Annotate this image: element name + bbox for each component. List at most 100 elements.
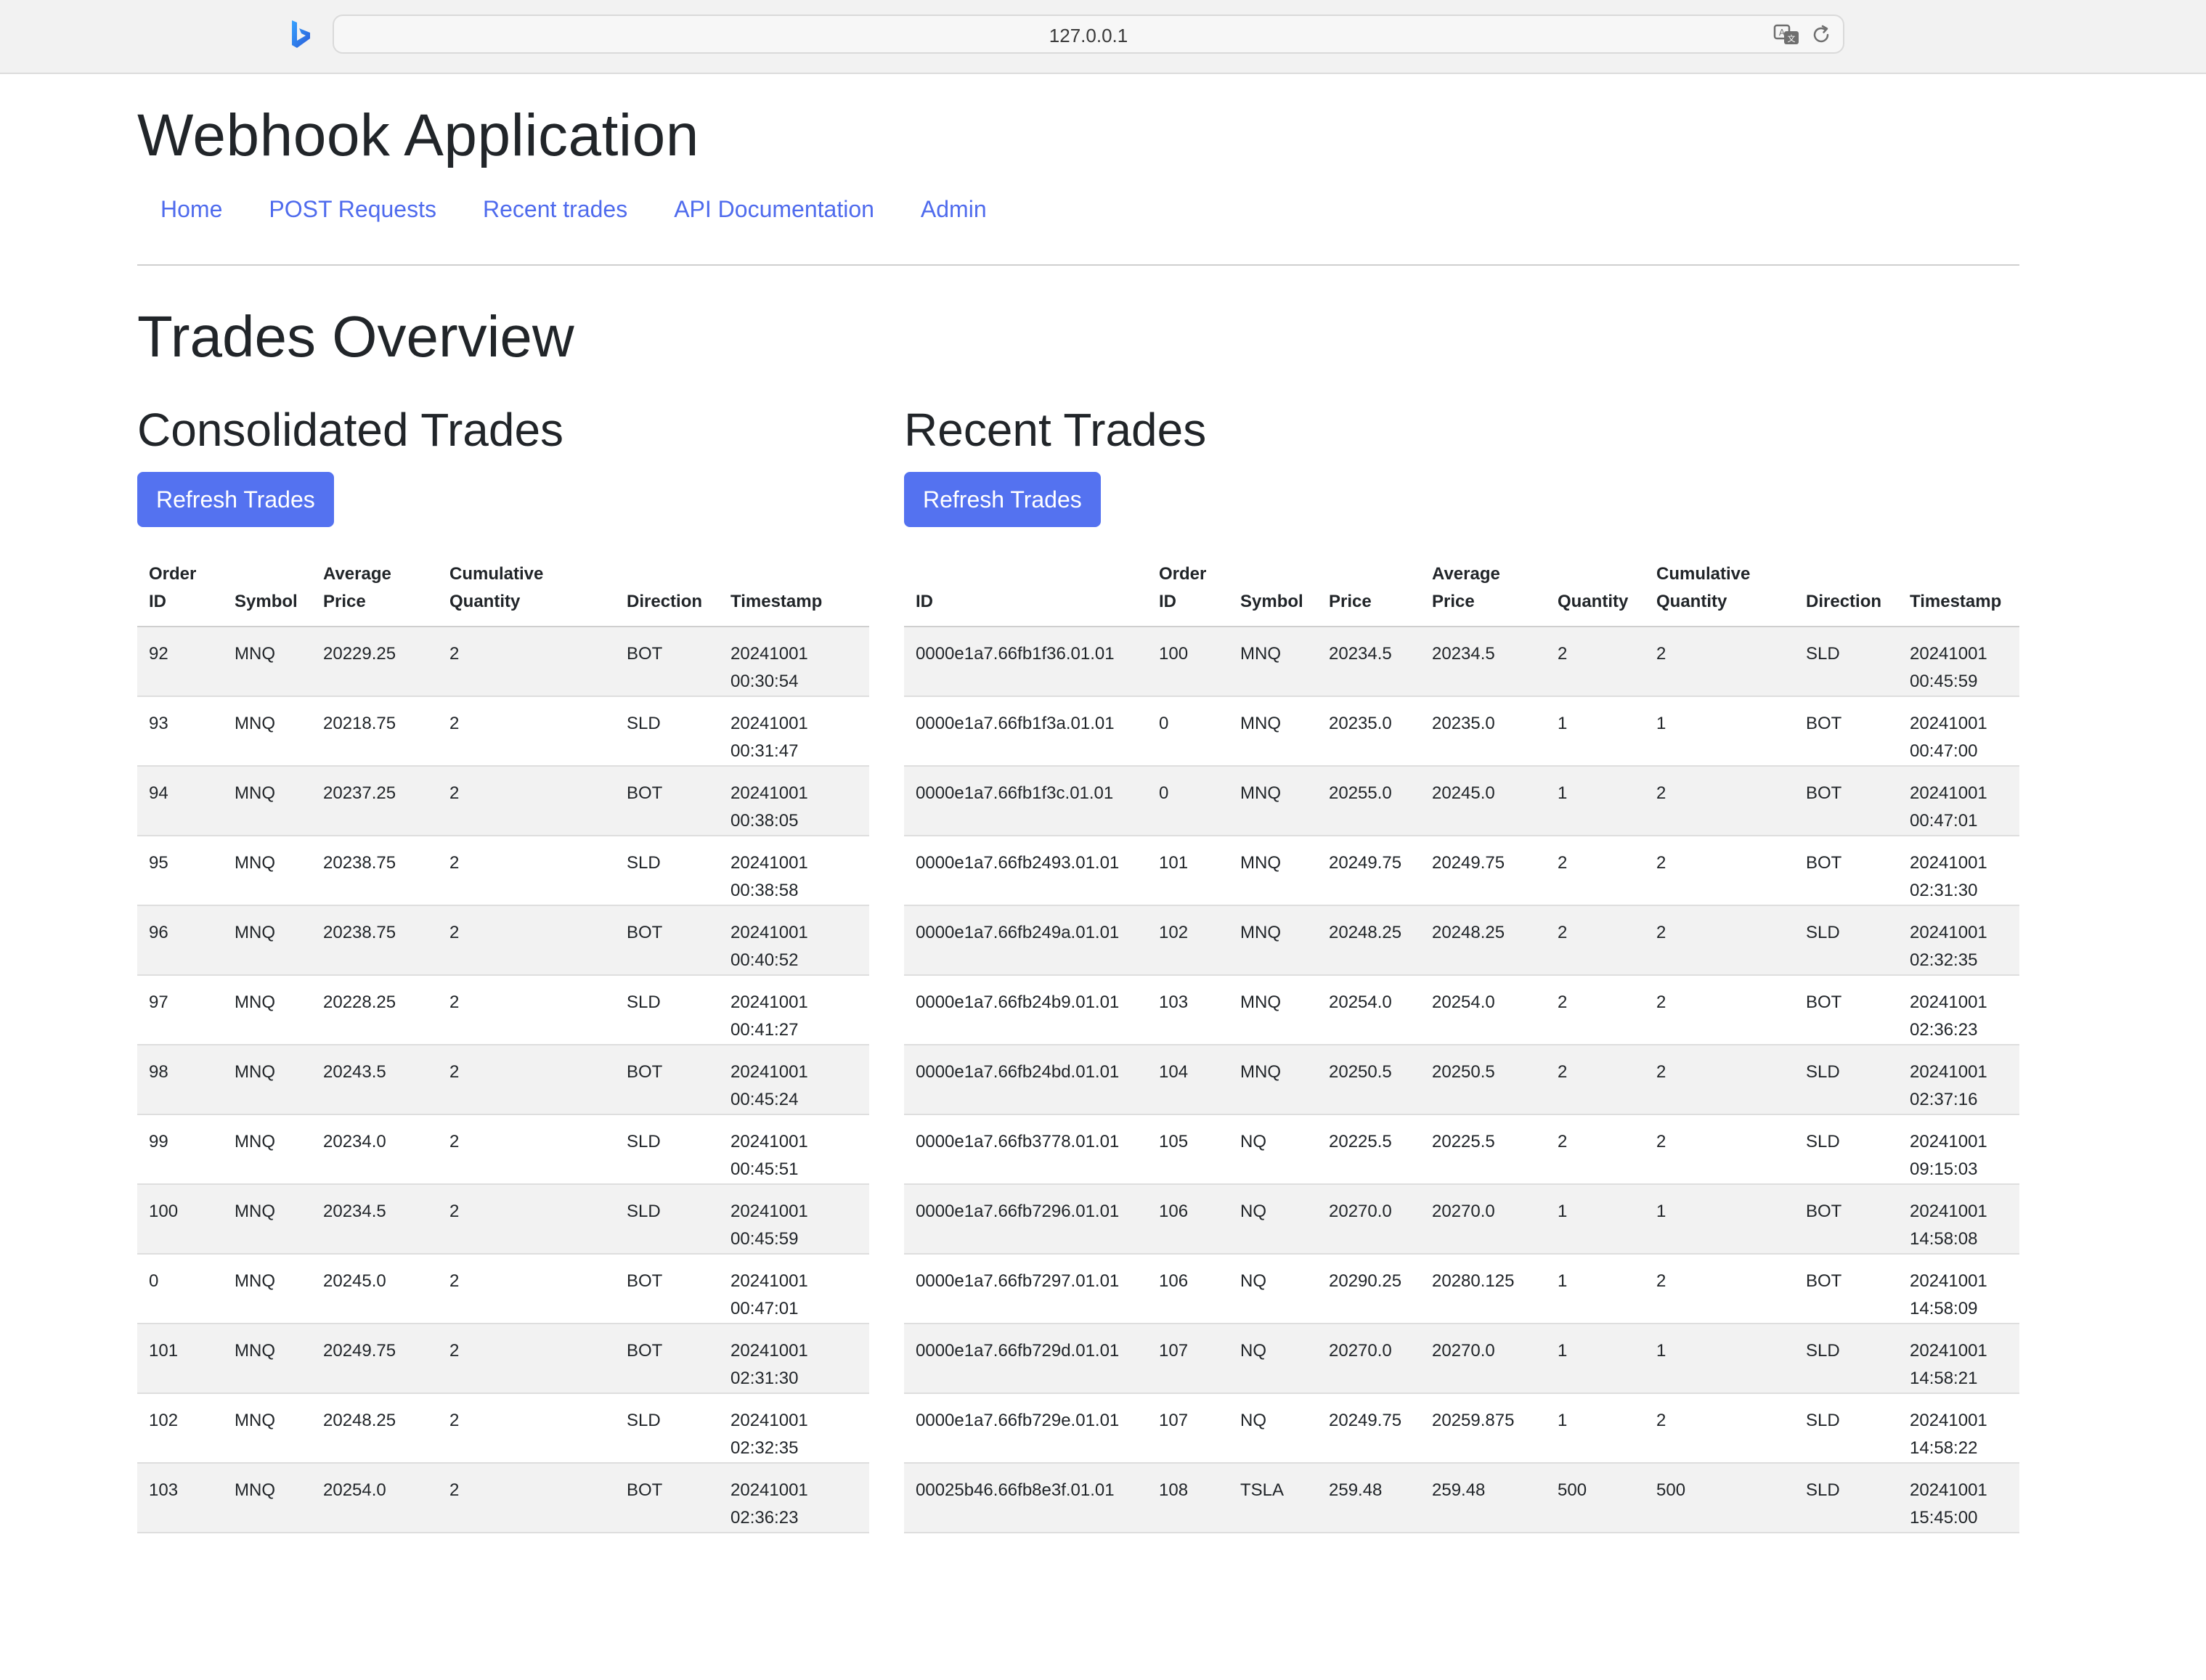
svg-text:文: 文 (1788, 33, 1796, 44)
cell-order-id: 101 (1147, 836, 1229, 906)
cell-average-price: 20249.75 (312, 1324, 438, 1394)
consolidated-trades-title: Consolidated Trades (137, 404, 564, 456)
cell-direction: SLD (615, 975, 719, 1045)
recent-trades-table: ID Order ID Symbol Price Average Price Quanti… (904, 560, 2019, 1533)
table-row: 0000e1a7.66fb2493.01.01 101 MNQ 20249.75 202… (904, 836, 2019, 906)
cell-timestamp: 20241001 02:37:16 (1898, 1045, 2019, 1115)
cell-timestamp: 20241001 14:58:08 (1898, 1184, 2019, 1255)
cell-order-id: 104 (1147, 1045, 1229, 1115)
column-header-order-id: Order ID (137, 560, 223, 627)
cell-cumulative-quantity: 2 (1645, 836, 1794, 906)
cell-direction: BOT (1794, 696, 1898, 767)
cell-order-id: 101 (137, 1324, 223, 1394)
cell-average-price: 20245.0 (1420, 766, 1546, 836)
cell-direction: BOT (1794, 975, 1898, 1045)
cell-id: 0000e1a7.66fb729d.01.01 (904, 1324, 1147, 1394)
cell-cumulative-quantity: 2 (1645, 1254, 1794, 1324)
cell-price: 20290.25 (1317, 1254, 1420, 1324)
table-row: 0000e1a7.66fb1f3c.01.01 0 MNQ 20255.0 20245.… (904, 766, 2019, 836)
column-header-average-price: Average Price (1420, 560, 1546, 627)
cell-symbol: MNQ (223, 627, 312, 697)
cell-direction: BOT (1794, 1184, 1898, 1255)
cell-quantity: 2 (1546, 1114, 1645, 1185)
column-header-cumulative-quantity: Cumulative Quantity (1645, 560, 1794, 627)
table-row: 93 MNQ 20218.75 2 SLD 20241001 00:31:47 (137, 696, 869, 767)
column-header-id: ID (904, 560, 1147, 627)
cell-timestamp: 20241001 00:41:27 (719, 975, 869, 1045)
cell-price: 20270.0 (1317, 1184, 1420, 1255)
cell-timestamp: 20241001 00:45:51 (719, 1114, 869, 1185)
column-header-cumulative-quantity: Cumulative Quantity (438, 560, 615, 627)
refresh-recent-button[interactable]: Refresh Trades (904, 472, 1101, 527)
cell-symbol: MNQ (223, 1114, 312, 1185)
column-header-direction: Direction (615, 560, 719, 627)
cell-order-id: 100 (1147, 627, 1229, 697)
recent-trades-body: 0000e1a7.66fb1f36.01.01 100 MNQ 20234.5 2023… (904, 627, 2019, 1533)
cell-cumulative-quantity: 2 (438, 1254, 615, 1324)
nav-home[interactable]: Home (160, 196, 222, 223)
cell-order-id: 94 (137, 766, 223, 836)
cell-price: 20249.75 (1317, 836, 1420, 906)
cell-symbol: NQ (1229, 1254, 1317, 1324)
refresh-consolidated-button[interactable]: Refresh Trades (137, 472, 334, 527)
cell-quantity: 1 (1546, 1393, 1645, 1464)
cell-quantity: 1 (1546, 1324, 1645, 1394)
cell-symbol: MNQ (1229, 627, 1317, 697)
cell-cumulative-quantity: 500 (1645, 1463, 1794, 1533)
cell-timestamp: 20241001 02:31:30 (719, 1324, 869, 1394)
cell-symbol: MNQ (223, 905, 312, 976)
table-row: 103 MNQ 20254.0 2 BOT 20241001 02:36:23 (137, 1463, 869, 1533)
cell-symbol: MNQ (1229, 696, 1317, 767)
consolidated-trades-table: Order ID Symbol Average Price Cumulative Qu… (137, 560, 869, 1533)
column-header-timestamp: Timestamp (719, 560, 869, 627)
reload-icon[interactable] (1810, 23, 1833, 46)
cell-timestamp: 20241001 00:47:00 (1898, 696, 2019, 767)
cell-order-id: 93 (137, 696, 223, 767)
cell-average-price: 20218.75 (312, 696, 438, 767)
cell-timestamp: 20241001 02:31:30 (1898, 836, 2019, 906)
cell-cumulative-quantity: 2 (438, 905, 615, 976)
nav-post-requests[interactable]: POST Requests (269, 196, 436, 223)
column-header-order-id: Order ID (1147, 560, 1229, 627)
cell-average-price: 20234.5 (312, 1184, 438, 1255)
cell-symbol: NQ (1229, 1393, 1317, 1464)
cell-cumulative-quantity: 2 (438, 836, 615, 906)
cell-direction: BOT (1794, 836, 1898, 906)
nav-admin[interactable]: Admin (921, 196, 987, 223)
cell-price: 20248.25 (1317, 905, 1420, 976)
table-row: 98 MNQ 20243.5 2 BOT 20241001 00:45:24 (137, 1045, 869, 1115)
cell-order-id: 100 (137, 1184, 223, 1255)
address-bar[interactable]: 127.0.0.1 A 文 (333, 15, 1844, 54)
table-row: 100 MNQ 20234.5 2 SLD 20241001 00:45:59 (137, 1184, 869, 1255)
nav-recent-trades[interactable]: Recent trades (483, 196, 627, 223)
cell-timestamp: 20241001 02:36:23 (719, 1463, 869, 1533)
cell-symbol: MNQ (223, 1463, 312, 1533)
cell-timestamp: 20241001 14:58:21 (1898, 1324, 2019, 1394)
cell-quantity: 2 (1546, 905, 1645, 976)
table-header-row: ID Order ID Symbol Price Average Price Quanti… (904, 560, 2019, 627)
cell-cumulative-quantity: 1 (1645, 1324, 1794, 1394)
table-row: 94 MNQ 20237.25 2 BOT 20241001 00:38:05 (137, 766, 869, 836)
cell-average-price: 20238.75 (312, 905, 438, 976)
table-row: 0000e1a7.66fb7297.01.01 106 NQ 20290.25 2028… (904, 1254, 2019, 1324)
cell-symbol: MNQ (223, 1393, 312, 1464)
column-header-quantity: Quantity (1546, 560, 1645, 627)
cell-average-price: 20259.875 (1420, 1393, 1546, 1464)
table-row: 102 MNQ 20248.25 2 SLD 20241001 02:32:35 (137, 1393, 869, 1464)
recent-trades-title: Recent Trades (904, 404, 1207, 456)
table-row: 0000e1a7.66fb24bd.01.01 104 MNQ 20250.5 2025… (904, 1045, 2019, 1115)
cell-order-id: 97 (137, 975, 223, 1045)
bing-logo-icon[interactable] (288, 19, 312, 51)
cell-average-price: 20229.25 (312, 627, 438, 697)
cell-average-price: 20245.0 (312, 1254, 438, 1324)
nav-api-documentation[interactable]: API Documentation (674, 196, 874, 223)
app-title: Webhook Application (137, 102, 699, 168)
cell-average-price: 20248.25 (1420, 905, 1546, 976)
cell-average-price: 20270.0 (1420, 1184, 1546, 1255)
cell-timestamp: 20241001 09:15:03 (1898, 1114, 2019, 1185)
translate-icon[interactable]: A 文 (1773, 23, 1801, 46)
cell-cumulative-quantity: 2 (438, 1463, 615, 1533)
cell-timestamp: 20241001 00:38:58 (719, 836, 869, 906)
consolidated-trades-panel: Consolidated Trades Refresh Trades Order… (137, 407, 869, 1533)
cell-id: 0000e1a7.66fb729e.01.01 (904, 1393, 1147, 1464)
